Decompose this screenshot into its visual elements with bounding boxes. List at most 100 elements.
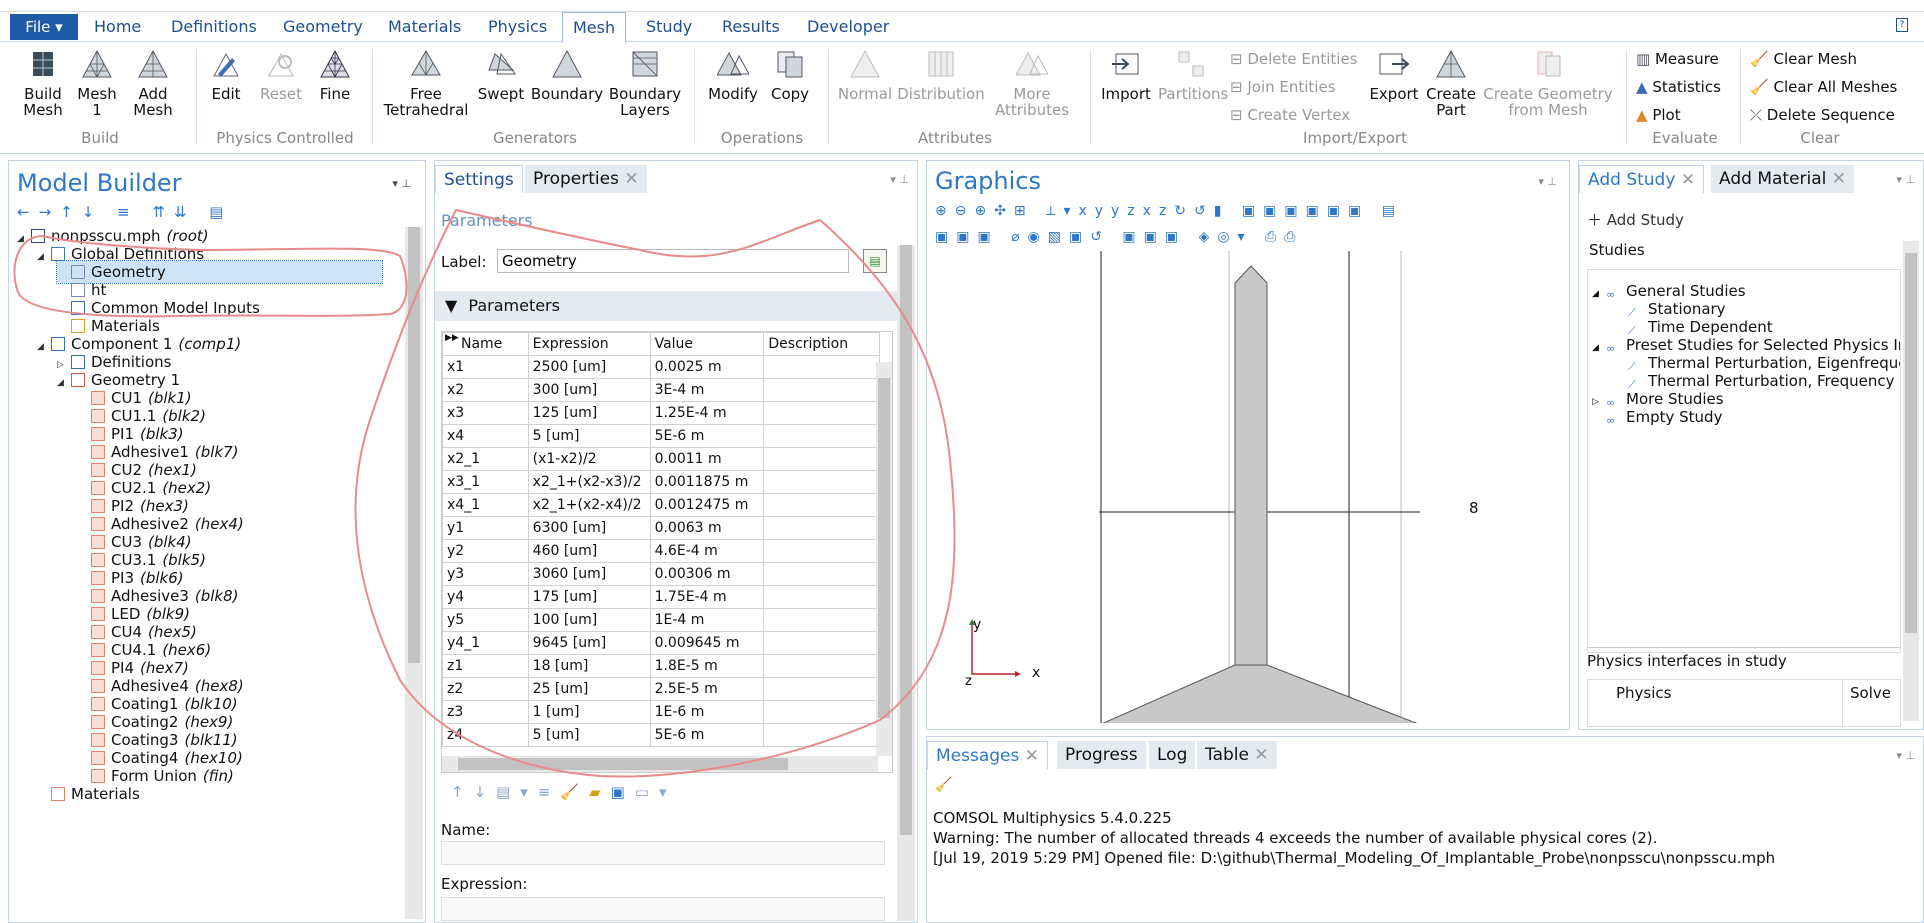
- tab-settings[interactable]: Settings: [435, 165, 523, 193]
- tab-properties[interactable]: Properties ✕: [525, 165, 647, 193]
- scrollbar-thumb[interactable]: [1905, 253, 1917, 633]
- param-description-cell[interactable]: [763, 631, 880, 655]
- reset-button[interactable]: Reset: [258, 48, 304, 102]
- param-value-cell[interactable]: 1.25E-4 m: [649, 401, 765, 425]
- parameter-row[interactable]: z3 1 [um] 1E-6 m: [442, 700, 880, 724]
- col-value[interactable]: Value: [649, 332, 765, 356]
- partitions-dropdown[interactable]: Partitions: [1158, 48, 1228, 102]
- scrollbar-thumb[interactable]: [878, 378, 890, 718]
- param-name-cell[interactable]: x2: [442, 378, 529, 402]
- parameter-row[interactable]: x3 125 [um] 1.25E-4 m: [442, 401, 880, 425]
- param-name-cell[interactable]: x4_1: [442, 493, 529, 517]
- panel-menu-icon[interactable]: ▾ ⊥: [1896, 173, 1915, 186]
- tab-results[interactable]: Results: [722, 16, 780, 38]
- clear-mesh-button[interactable]: 🧹 Clear Mesh: [1750, 50, 1857, 68]
- param-name-cell[interactable]: y4: [442, 585, 529, 609]
- name-input[interactable]: [441, 841, 885, 865]
- param-expression-cell[interactable]: 1 [um]: [527, 700, 651, 724]
- param-value-cell[interactable]: 2.5E-5 m: [649, 677, 765, 701]
- panel-menu-icon[interactable]: ▾ ⊥: [1896, 749, 1915, 762]
- parameter-row[interactable]: y4_1 9645 [um] 0.009645 m: [442, 631, 880, 655]
- param-value-cell[interactable]: 0.0025 m: [649, 355, 765, 379]
- measure-button[interactable]: ▥ Measure: [1636, 50, 1719, 68]
- param-description-cell[interactable]: [763, 585, 880, 609]
- param-name-cell[interactable]: y3: [442, 562, 529, 586]
- param-name-cell[interactable]: z3: [442, 700, 529, 724]
- param-name-cell[interactable]: x1: [442, 355, 529, 379]
- tab-add-study[interactable]: Add Study ✕: [1579, 165, 1705, 193]
- param-value-cell[interactable]: 0.00306 m: [649, 562, 765, 586]
- parameter-row[interactable]: z4 5 [um] 5E-6 m: [442, 723, 880, 747]
- param-value-cell[interactable]: 5E-6 m: [649, 723, 765, 747]
- boundary-layers-button[interactable]: Boundary Layers: [608, 48, 682, 118]
- param-description-cell[interactable]: [763, 608, 880, 632]
- graphics-canvas[interactable]: z: [927, 251, 1567, 723]
- add-study-button[interactable]: ＋ Add Study: [1587, 209, 1684, 230]
- expand-arrow-icon[interactable]: ◢: [1592, 337, 1606, 359]
- param-value-cell[interactable]: 0.0063 m: [649, 516, 765, 540]
- model-tree-scrollbar[interactable]: [405, 227, 423, 919]
- boundary-button[interactable]: Boundary: [530, 48, 604, 102]
- parameter-row[interactable]: y2 460 [um] 4.6E-4 m: [442, 539, 880, 563]
- expand-arrow-icon[interactable]: ◢: [37, 246, 51, 268]
- param-value-cell[interactable]: 4.6E-4 m: [649, 539, 765, 563]
- table-hscrollbar[interactable]: [442, 756, 878, 772]
- tab-geometry[interactable]: Geometry: [283, 16, 363, 38]
- parameter-row[interactable]: x2_1 (x1-x2)/2 0.0011 m: [442, 447, 880, 471]
- plot-button[interactable]: ▲ Plot: [1636, 106, 1681, 124]
- label-action-icon[interactable]: ▤: [863, 249, 887, 273]
- label-input[interactable]: [497, 249, 849, 273]
- param-description-cell[interactable]: [763, 424, 880, 448]
- copy-dropdown[interactable]: Copy: [766, 48, 814, 102]
- tab-materials[interactable]: Materials: [388, 16, 461, 38]
- param-expression-cell[interactable]: (x1-x2)/2: [527, 447, 651, 471]
- scrollbar-thumb[interactable]: [458, 758, 788, 770]
- param-description-cell[interactable]: [763, 470, 880, 494]
- param-value-cell[interactable]: 0.0012475 m: [649, 493, 765, 517]
- param-description-cell[interactable]: [763, 562, 880, 586]
- add-study-scrollbar[interactable]: [1903, 241, 1919, 721]
- tab-messages[interactable]: Messages ✕: [927, 741, 1049, 769]
- parameter-row[interactable]: z1 18 [um] 1.8E-5 m: [442, 654, 880, 678]
- param-name-cell[interactable]: x3_1: [442, 470, 529, 494]
- param-name-cell[interactable]: y5: [442, 608, 529, 632]
- param-value-cell[interactable]: 1E-6 m: [649, 700, 765, 724]
- param-value-cell[interactable]: 5E-6 m: [649, 424, 765, 448]
- tab-progress[interactable]: Progress: [1057, 741, 1146, 769]
- param-name-cell[interactable]: y4_1: [442, 631, 529, 655]
- parameter-row[interactable]: z2 25 [um] 2.5E-5 m: [442, 677, 880, 701]
- param-description-cell[interactable]: [763, 401, 880, 425]
- tab-developer[interactable]: Developer: [807, 16, 889, 38]
- settings-scrollbar[interactable]: [897, 245, 915, 921]
- param-expression-cell[interactable]: 175 [um]: [527, 585, 651, 609]
- tab-definitions[interactable]: Definitions: [171, 16, 257, 38]
- param-description-cell[interactable]: [763, 355, 880, 379]
- param-name-cell[interactable]: y1: [442, 516, 529, 540]
- param-description-cell[interactable]: [763, 516, 880, 540]
- param-value-cell[interactable]: 1.8E-5 m: [649, 654, 765, 678]
- param-description-cell[interactable]: [763, 539, 880, 563]
- file-menu-button[interactable]: File ▾: [10, 14, 78, 40]
- graphics-toolbar-row2[interactable]: ▣▣▣ ⌀◉▧▣↺ ▣▣▣ ◈◎▾ ⎙⎙: [935, 229, 1303, 245]
- panel-menu-icon[interactable]: ▾ ⊥: [392, 177, 411, 190]
- parameter-row[interactable]: x2 300 [um] 3E-4 m: [442, 378, 880, 402]
- param-value-cell[interactable]: 0.009645 m: [649, 631, 765, 655]
- param-expression-cell[interactable]: 460 [um]: [527, 539, 651, 563]
- statistics-button[interactable]: ▲ Statistics: [1636, 78, 1721, 96]
- tab-physics[interactable]: Physics: [488, 16, 547, 38]
- join-entities-button[interactable]: ⊟ Join Entities: [1230, 78, 1336, 96]
- export-button[interactable]: Export: [1368, 48, 1420, 102]
- expand-arrow-icon[interactable]: ◢: [17, 228, 31, 250]
- param-value-cell[interactable]: 0.0011 m: [649, 447, 765, 471]
- create-part-button[interactable]: Create Part: [1424, 48, 1478, 118]
- param-value-cell[interactable]: 1.75E-4 m: [649, 585, 765, 609]
- param-expression-cell[interactable]: 100 [um]: [527, 608, 651, 632]
- param-value-cell[interactable]: 1E-4 m: [649, 608, 765, 632]
- param-name-cell[interactable]: z4: [442, 723, 529, 747]
- parameter-row[interactable]: x3_1 x2_1+(x2-x3)/2 0.0011875 m: [442, 470, 880, 494]
- add-mesh-button[interactable]: Add Mesh: [128, 48, 178, 118]
- parameter-row[interactable]: x1 2500 [um] 0.0025 m: [442, 355, 880, 379]
- create-vertex-button[interactable]: ⊟ Create Vertex: [1230, 106, 1350, 124]
- tab-mesh[interactable]: Mesh: [562, 12, 627, 43]
- param-value-cell[interactable]: 3E-4 m: [649, 378, 765, 402]
